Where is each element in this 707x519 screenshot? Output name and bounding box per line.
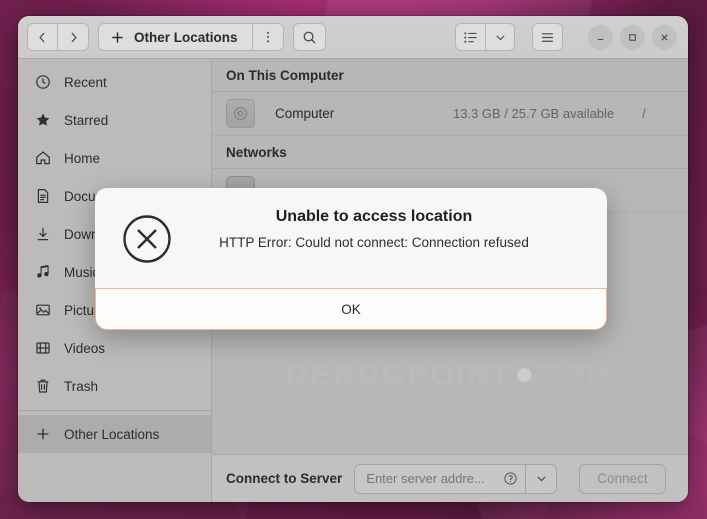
header-bar: Other Locations [18, 16, 688, 59]
picture-icon [34, 302, 51, 319]
sidebar-item-recent[interactable]: Recent [18, 63, 211, 101]
error-circle-x-icon [121, 213, 173, 265]
path-label: Other Locations [134, 29, 238, 45]
maximize-icon [629, 33, 636, 41]
sidebar-item-home[interactable]: Home [18, 139, 211, 177]
connect-to-server-label: Connect to Server [226, 471, 343, 486]
ok-button[interactable]: OK [95, 288, 607, 330]
chevron-down-icon [537, 476, 546, 482]
kebab-menu-icon [266, 31, 269, 43]
sidebar-item-videos[interactable]: Videos [18, 329, 211, 367]
navigation-button-group [27, 23, 89, 51]
minimize-button[interactable] [588, 24, 613, 50]
group-header-networks: Networks [212, 136, 688, 169]
sidebar-item-starred[interactable]: Starred [18, 101, 211, 139]
sidebar-item-label: Other Locations [64, 426, 160, 442]
connect-button-label: Connect [597, 471, 648, 486]
chevron-left-icon [39, 32, 45, 42]
chevron-right-icon [70, 32, 77, 42]
trash-icon [34, 378, 51, 395]
server-address-entry[interactable] [354, 463, 527, 494]
download-icon [34, 226, 51, 243]
sidebar-item-label: Home [64, 150, 101, 166]
server-address-input[interactable] [366, 471, 498, 486]
path-button-other-locations[interactable]: Other Locations [98, 23, 253, 51]
drive-harddisk-icon [226, 99, 255, 128]
music-icon [34, 264, 51, 281]
error-dialog: Unable to access location HTTP Error: Co… [95, 188, 607, 330]
sidebar-item-label: Music [64, 264, 100, 280]
list-view-button[interactable] [455, 23, 486, 51]
view-mode-group [455, 23, 515, 51]
close-button[interactable] [652, 24, 677, 50]
chevron-down-icon [495, 34, 505, 40]
dialog-title: Unable to access location [275, 208, 473, 225]
hamburger-menu-icon [541, 32, 554, 42]
server-address-group [354, 463, 558, 494]
forward-button[interactable] [58, 23, 89, 51]
help-circle-icon[interactable] [503, 471, 518, 486]
sidebar-divider [18, 410, 211, 411]
table-row[interactable]: Computer 13.3 GB / 25.7 GB available / [212, 92, 688, 136]
view-options-dropdown-button[interactable] [486, 23, 515, 51]
close-icon [661, 33, 668, 41]
row-mountpoint: / [642, 106, 646, 121]
home-icon [34, 150, 51, 167]
search-icon [303, 31, 316, 44]
path-bar: Other Locations [98, 23, 284, 51]
star-icon [34, 112, 51, 129]
back-button[interactable] [27, 23, 58, 51]
window-controls [588, 24, 677, 50]
dialog-detail-message: HTTP Error: Could not connect: Connectio… [219, 235, 529, 250]
server-history-dropdown-button[interactable] [526, 463, 558, 494]
clock-icon [34, 74, 51, 91]
ok-button-label: OK [341, 301, 361, 317]
sidebar-item-trash[interactable]: Trash [18, 367, 211, 405]
row-name: Computer [275, 106, 335, 121]
connect-button[interactable]: Connect [579, 463, 666, 494]
maximize-button[interactable] [620, 24, 645, 50]
sidebar-item-other-locations[interactable]: Other Locations [18, 415, 211, 453]
row-capacity: 13.3 GB / 25.7 GB available [453, 106, 615, 121]
group-header-on-this-computer: On This Computer [212, 59, 688, 92]
video-icon [34, 340, 51, 357]
document-icon [34, 188, 51, 205]
plus-icon [34, 426, 51, 443]
plus-icon [112, 31, 123, 43]
sidebar-item-label: Videos [64, 340, 106, 356]
main-menu-button[interactable] [532, 23, 563, 51]
path-menu-button[interactable] [252, 23, 284, 51]
list-view-icon [464, 31, 477, 43]
sidebar-item-label: Trash [64, 378, 99, 394]
dialog-message-area: Unable to access location HTTP Error: Co… [95, 188, 607, 288]
search-button[interactable] [292, 23, 326, 51]
connect-to-server-bar: Connect to Server Enter server addre... … [212, 454, 688, 502]
dialog-text-block: Unable to access location HTTP Error: Co… [189, 208, 581, 250]
sidebar-item-label: Starred [64, 112, 109, 128]
sidebar-item-label: Recent [64, 74, 107, 90]
minimize-icon [597, 38, 604, 40]
